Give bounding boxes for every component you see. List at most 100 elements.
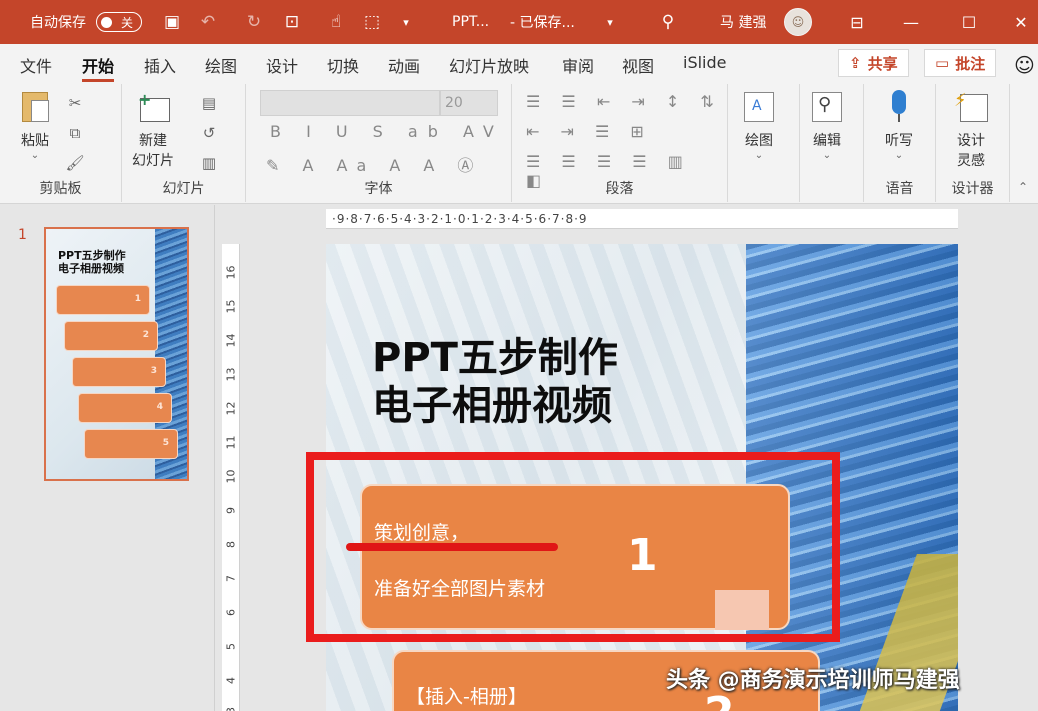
- feedback-smiley-icon[interactable]: ☺: [1014, 53, 1035, 77]
- font-color-buttons[interactable]: ✎ A Aa A A Ⓐ: [266, 152, 482, 176]
- tab-view[interactable]: 视图: [622, 53, 654, 77]
- paste-icon: [18, 90, 52, 124]
- step-2-line1: 【插入-相册】: [406, 686, 527, 708]
- paragraph-group-label: 段落: [605, 181, 634, 197]
- paragraph-group: ☰ ☰ ⇤ ⇥ ↕ ⇅ ⇤ ⇥ ☰ ⊞ ☰ ☰ ☰ ☰ ▥ ◧ 段落: [512, 84, 728, 202]
- tab-design[interactable]: 设计: [266, 53, 298, 77]
- section-icon[interactable]: ▥: [200, 154, 218, 172]
- slide-title-line2: 电子相册视频: [372, 383, 612, 429]
- share-button[interactable]: ⇪ 共享: [838, 49, 909, 77]
- user-avatar[interactable]: ☺: [784, 8, 812, 36]
- share-icon: ⇪: [849, 54, 862, 72]
- thumb-title: PPT五步制作 电子相册视频: [58, 249, 126, 275]
- dictate-dropdown-icon[interactable]: ⌄: [895, 150, 903, 161]
- document-title[interactable]: PPT...: [452, 0, 489, 44]
- save-status[interactable]: - 已保存...: [510, 0, 575, 44]
- font-group: 20 B I U S ab AV ✎ A Aa A A Ⓐ 字体: [246, 84, 512, 202]
- editing-dropdown-icon[interactable]: ⌄: [823, 150, 831, 161]
- font-group-label: 字体: [364, 181, 393, 197]
- collapse-ribbon-icon[interactable]: ⌃: [1018, 180, 1028, 194]
- voice-group: 听写 ⌄ 语音: [864, 84, 936, 202]
- slide-title[interactable]: PPT五步制作 电子相册视频: [372, 334, 618, 430]
- new-slide-button[interactable]: + 新建 幻灯片: [132, 90, 174, 170]
- tab-insert[interactable]: 插入: [144, 53, 176, 77]
- cut-icon[interactable]: ✂: [66, 94, 84, 112]
- tab-islide[interactable]: iSlide: [683, 53, 727, 77]
- slides-group-label: 幻灯片: [162, 181, 205, 197]
- redo-icon[interactable]: ↻: [244, 12, 264, 32]
- thumb-step-3: 3: [72, 357, 166, 387]
- comment-label: 批注: [955, 54, 986, 73]
- paste-dropdown-icon[interactable]: ⌄: [31, 150, 39, 161]
- search-icon[interactable]: ⚲: [658, 12, 678, 32]
- list-buttons[interactable]: ☰ ☰ ⇤ ⇥ ↕ ⇅: [526, 92, 722, 111]
- horizontal-ruler[interactable]: ·9·8·7·6·5·4·3·2·1·0·1·2·3·4·5·6·7·8·9: [326, 209, 958, 229]
- paste-button[interactable]: 粘贴 ⌄: [18, 90, 52, 161]
- clipboard-group: 粘贴 ⌄ ✂ ⧉ 🖌 剪贴板: [0, 84, 122, 202]
- voice-group-label: 语音: [885, 181, 914, 197]
- reset-icon[interactable]: ↺: [200, 124, 218, 142]
- new-slide-icon: +: [136, 90, 170, 124]
- user-name[interactable]: 马 建强: [720, 0, 766, 44]
- autosave-toggle[interactable]: 关: [96, 12, 142, 32]
- menu-tabs: 文件 开始 插入 绘图 设计 切换 动画 幻灯片放映 审阅 视图 iSlide …: [0, 44, 1038, 84]
- comments-button[interactable]: ▭ 批注: [924, 49, 997, 77]
- clipboard-group-label: 剪贴板: [39, 181, 82, 197]
- tab-home[interactable]: 开始: [82, 53, 115, 82]
- minimize-icon[interactable]: —: [888, 0, 934, 44]
- slide-number: 1: [18, 227, 27, 243]
- undo-icon[interactable]: ↶: [198, 12, 218, 32]
- new-slide-label-2: 幻灯片: [132, 153, 174, 169]
- microphone-icon: [882, 90, 916, 124]
- thumb-step-1: 1: [56, 285, 150, 315]
- tab-transitions[interactable]: 切换: [327, 53, 359, 77]
- thumb-title-line1: PPT五步制作: [58, 249, 126, 262]
- maximize-icon[interactable]: ☐: [946, 0, 992, 44]
- drawing-label: 绘图: [745, 133, 773, 149]
- dictate-button[interactable]: 听写 ⌄: [882, 90, 916, 161]
- toggle-knob: [101, 17, 112, 28]
- save-icon[interactable]: ▣: [162, 12, 182, 32]
- tab-slideshow[interactable]: 幻灯片放映: [449, 53, 529, 77]
- slides-group: + 新建 幻灯片 ▤ ↺ ▥ 幻灯片: [122, 84, 246, 202]
- font-size-field[interactable]: 20: [440, 90, 498, 116]
- share-label: 共享: [867, 54, 898, 73]
- vertical-ruler[interactable]: 16 15 14 13 12 11 10 9 8 7 6 5 4 3: [222, 244, 240, 711]
- designer-group-label: 设计器: [951, 181, 994, 197]
- tab-file[interactable]: 文件: [20, 53, 52, 77]
- dictate-label: 听写: [885, 133, 913, 149]
- indent-buttons[interactable]: ⇤ ⇥ ☰ ⊞: [526, 122, 652, 141]
- editing-button[interactable]: ⚲ 编辑 ⌄: [810, 90, 844, 161]
- ribbon: 粘贴 ⌄ ✂ ⧉ 🖌 剪贴板 + 新建 幻灯片 ▤ ↺ ▥ 幻灯片 20 B I…: [0, 84, 1038, 204]
- drawing-group: A 绘图 ⌄: [728, 84, 800, 202]
- drawing-button[interactable]: A 绘图 ⌄: [742, 90, 776, 161]
- editing-label: 编辑: [813, 133, 841, 149]
- paste-label: 粘贴: [21, 133, 49, 149]
- title-bar: 自动保存 关 ▣ ↶ ↻ ⊡ ☝ ⬚ ▾ PPT... - 已保存... ▾ ⚲…: [0, 0, 1038, 44]
- design-ideas-button[interactable]: ⚡ 设计 灵感: [954, 90, 988, 170]
- tab-review[interactable]: 审阅: [562, 53, 594, 77]
- customize-qat-icon[interactable]: ▾: [396, 12, 416, 32]
- new-slide-label-1: 新建: [139, 133, 167, 149]
- slide-thumbnails-pane: 1 PPT五步制作 电子相册视频 1 2 3 4 5: [0, 205, 215, 711]
- format-painter-icon[interactable]: 🖌: [65, 154, 84, 172]
- autosave-label: 自动保存: [30, 15, 86, 31]
- font-name-field[interactable]: [260, 90, 440, 116]
- touch-mode-icon[interactable]: ☝: [326, 12, 346, 32]
- drawing-dropdown-icon[interactable]: ⌄: [755, 150, 763, 161]
- present-icon[interactable]: ⊡: [282, 12, 302, 32]
- tab-animations[interactable]: 动画: [388, 53, 420, 77]
- thumb-step-5: 5: [84, 429, 178, 459]
- comment-icon: ▭: [935, 54, 950, 72]
- copy-icon[interactable]: ⧉: [66, 124, 84, 142]
- editing-group: ⚲ 编辑 ⌄: [800, 84, 864, 202]
- ribbon-display-options-icon[interactable]: ⊟: [834, 0, 880, 44]
- autosave-state: 关: [121, 15, 134, 30]
- font-format-buttons[interactable]: B I U S ab AV: [270, 122, 504, 141]
- title-dropdown-icon[interactable]: ▾: [600, 12, 620, 32]
- close-icon[interactable]: ✕: [998, 0, 1038, 44]
- layout-icon[interactable]: ▤: [200, 94, 218, 112]
- select-icon[interactable]: ⬚: [362, 12, 382, 32]
- slide-thumbnail[interactable]: PPT五步制作 电子相册视频 1 2 3 4 5: [44, 227, 189, 481]
- tab-draw[interactable]: 绘图: [205, 53, 237, 77]
